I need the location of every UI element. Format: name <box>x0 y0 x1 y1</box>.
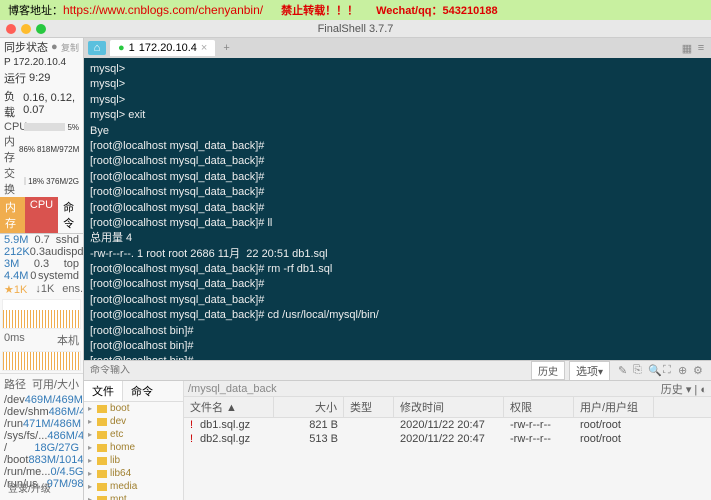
maximize-icon[interactable] <box>36 24 46 34</box>
plus-icon[interactable]: ⊕ <box>678 364 690 377</box>
watermark-banner: 博客地址：https://www.cnblogs.com/chenyanbin/… <box>0 0 711 20</box>
tree-item[interactable]: media <box>84 480 183 493</box>
tree-item[interactable]: home <box>84 441 183 454</box>
current-path: /mysql_data_back <box>188 383 277 395</box>
tree-item[interactable]: etc <box>84 428 183 441</box>
home-icon[interactable]: ⌂ <box>88 41 106 55</box>
tab-commands[interactable]: 命令 <box>123 381 161 401</box>
ping-chart <box>2 351 81 371</box>
menu-icon[interactable]: ≡ <box>695 42 707 54</box>
terminal-output[interactable]: mysql>mysql>mysql>mysql> exitBye[root@lo… <box>84 58 711 360</box>
file-list-header[interactable]: 文件名 ▲ 大小 类型 修改时间 权限 用户/用户组 <box>184 397 711 418</box>
grid-icon[interactable]: ▦ <box>681 42 693 54</box>
tab-cmd[interactable]: 命令 <box>58 197 83 233</box>
close-icon[interactable] <box>6 24 16 34</box>
options-button[interactable]: 选项▾ <box>569 361 610 381</box>
blog-link[interactable]: https://www.cnblogs.com/chenyanbin/ <box>63 3 263 17</box>
tree-item[interactable]: boot <box>84 402 183 415</box>
network-chart <box>2 299 81 329</box>
tool-icon[interactable]: ✎ <box>618 364 630 377</box>
window-titlebar: FinalShell 3.7.7 <box>0 20 711 38</box>
tree-item[interactable]: lib64 <box>84 467 183 480</box>
tree-item[interactable]: lib <box>84 454 183 467</box>
path-history[interactable]: 历史 ▾ | ◐ <box>661 381 707 397</box>
add-tab-button[interactable]: + <box>219 42 233 54</box>
tab-files[interactable]: 文件 <box>84 381 123 401</box>
window-title: FinalShell 3.7.7 <box>318 23 394 35</box>
search-icon[interactable]: 🔍 <box>648 364 660 377</box>
file-tree: 文件命令 bootdevetchomeliblib64mediamntmysql… <box>84 381 184 500</box>
file-row[interactable]: !db2.sql.gz513 B2020/11/22 20:47-rw-r--r… <box>184 432 711 446</box>
copy-icon[interactable]: ⎘ <box>633 364 645 377</box>
gear-icon[interactable]: ⚙ <box>693 364 705 377</box>
minimize-icon[interactable] <box>21 24 31 34</box>
history-button[interactable]: 历史 <box>531 361 565 380</box>
tree-item[interactable]: dev <box>84 415 183 428</box>
tab-mem[interactable]: 内存 <box>0 197 25 233</box>
tab-cpu[interactable]: CPU <box>25 197 58 233</box>
fullscreen-icon[interactable]: ⛶ <box>663 364 675 377</box>
session-tabbar: ⌂ ●1 172.20.10.4 × + ▦ ≡ <box>84 38 711 58</box>
session-tab[interactable]: ●1 172.20.10.4 × <box>110 40 215 56</box>
login-upgrade-link[interactable]: 登录/升级 <box>4 477 55 498</box>
command-bar: 历史 选项▾ ✎ ⎘ 🔍 ⛶ ⊕ ⚙ <box>84 360 711 380</box>
status-sidebar: 同步状态●复制 P 172.20.10.4 运行 9:29 负载 0.16, 0… <box>0 38 84 500</box>
command-input[interactable] <box>90 365 531 376</box>
tree-item[interactable]: mnt <box>84 493 183 500</box>
file-row[interactable]: !db1.sql.gz821 B2020/11/22 20:47-rw-r--r… <box>184 418 711 432</box>
file-list-pane: /mysql_data_back 历史 ▾ | ◐ 文件名 ▲ 大小 类型 修改时… <box>184 381 711 500</box>
